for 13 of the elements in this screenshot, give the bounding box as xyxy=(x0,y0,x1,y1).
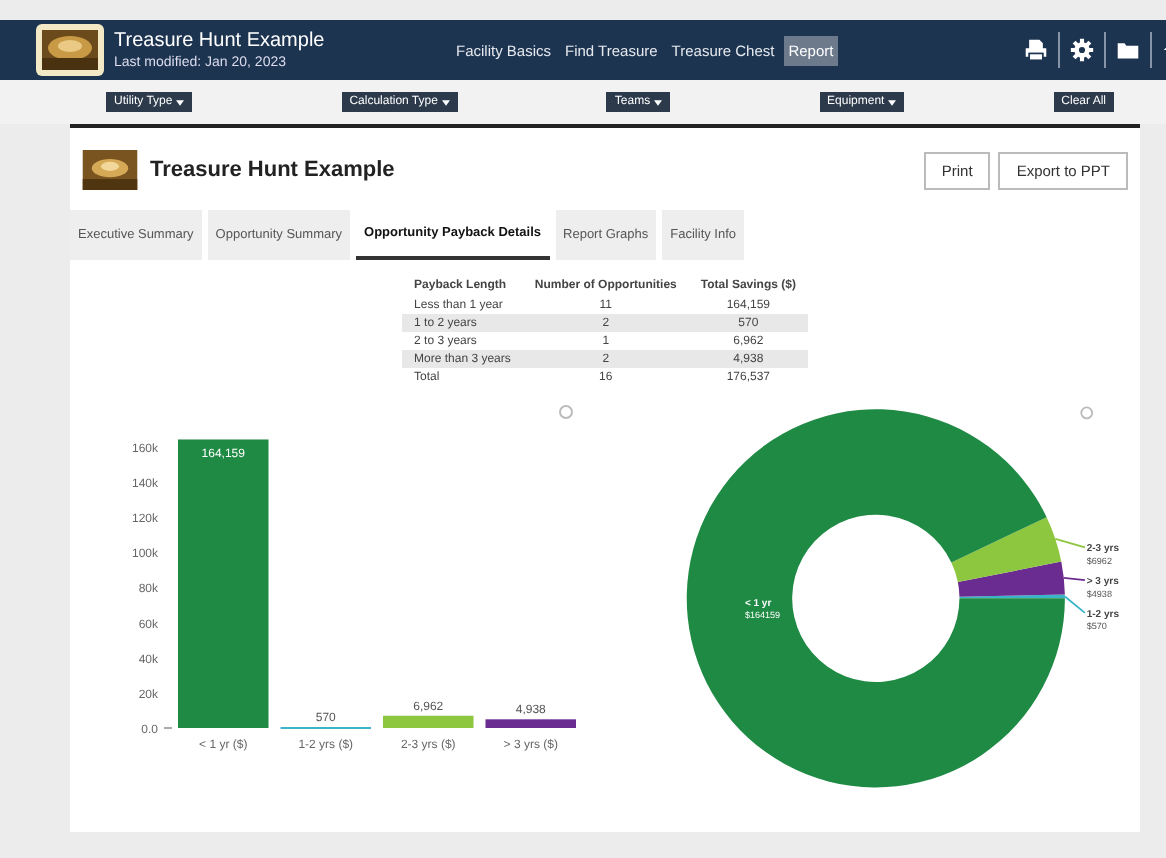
leader-line xyxy=(1054,538,1086,549)
folder-icon[interactable] xyxy=(1116,38,1140,62)
settings-icon[interactable] xyxy=(1070,38,1094,62)
caret-icon xyxy=(441,99,450,105)
report-title: Treasure Hunt Example xyxy=(150,158,395,182)
app-title: Treasure Hunt Example xyxy=(114,30,325,52)
caret-icon xyxy=(176,99,185,105)
caret-icon xyxy=(888,99,897,105)
leader-line xyxy=(1062,577,1086,582)
printer-icon[interactable] xyxy=(1024,38,1048,62)
caret-icon xyxy=(654,99,663,105)
y-axis xyxy=(163,727,173,729)
leader-line xyxy=(1064,595,1086,614)
